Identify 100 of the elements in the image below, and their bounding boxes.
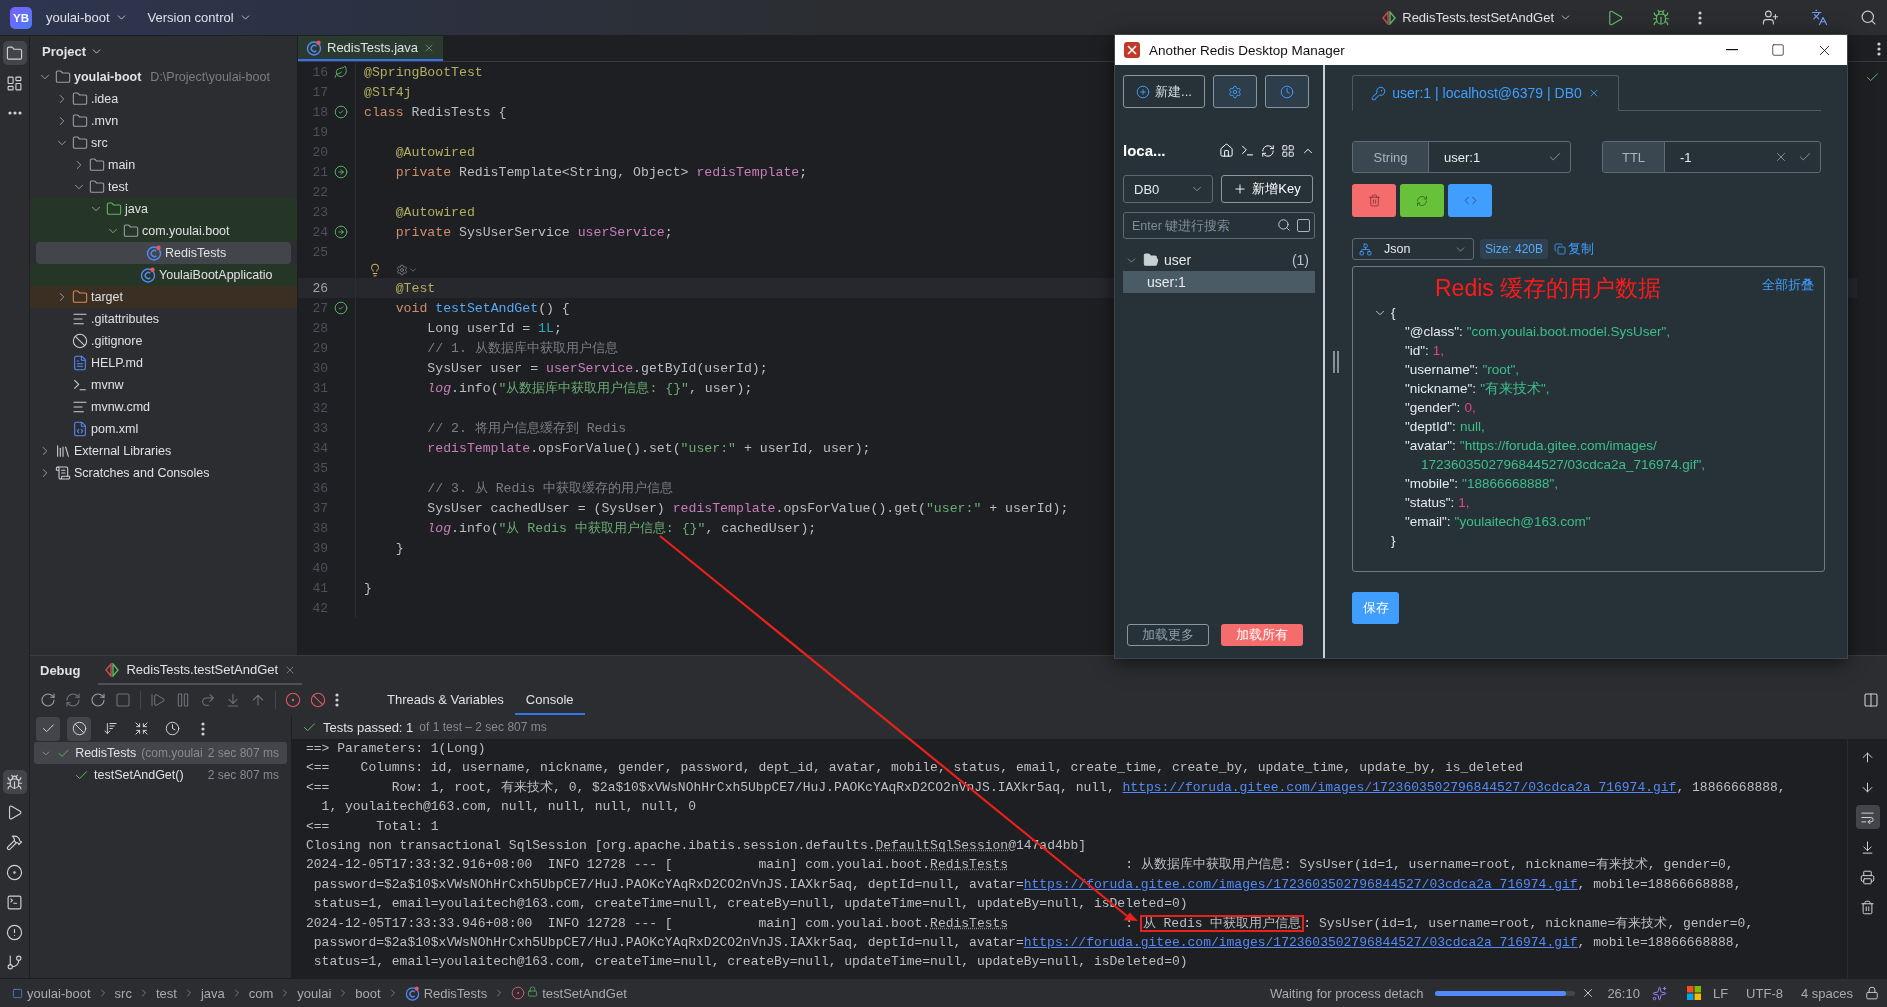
rerun-icon[interactable] [40,692,56,708]
terminal-icon[interactable] [1240,143,1255,158]
breadcrumb[interactable]: test [155,985,177,1001]
tree-item[interactable]: mvnw.cmd [30,396,297,418]
more-icon[interactable] [1698,10,1702,25]
copy-link[interactable]: 复制 [1554,240,1595,258]
user-plus-icon[interactable] [1762,9,1779,26]
resize-handle-icon[interactable] [1332,350,1339,373]
project-switcher[interactable]: youlai-boot [40,6,134,29]
indent-setting[interactable]: 4 spaces [1794,985,1859,1001]
breadcrumb[interactable]: boot [355,985,381,1001]
tree-item[interactable]: mvnw [30,374,297,396]
breadcrumb[interactable]: RedisTests [404,985,488,1001]
tree-item[interactable]: java [30,198,297,220]
play-icon[interactable] [1606,8,1624,27]
resume-icon[interactable] [150,692,166,708]
editor-tab[interactable]: RedisTests.java [298,36,444,61]
breadcrumb[interactable]: java [200,985,225,1001]
tool-window-button[interactable] [2,770,27,794]
tree-item[interactable]: External Libraries [30,440,297,462]
lock-icon[interactable] [1865,986,1879,1000]
step-out-icon[interactable] [250,692,266,708]
test-item[interactable]: testSetAndGet() 2 sec 807 ms [34,764,287,786]
console-link[interactable]: https://foruda.gitee.com/images/1723603502796844527/03cdca2a_716974.gif [1023,934,1578,950]
breadcrumb[interactable]: com [248,985,274,1001]
arrow-circle-icon [334,225,348,239]
code-line: @Autowired [394,144,475,160]
collapse-all-link[interactable]: 全部折叠 [1762,273,1814,294]
translate-icon[interactable] [1811,9,1828,26]
tree-item[interactable]: main [30,154,297,176]
run-configuration[interactable]: RedisTests.testSetAndGet [1375,6,1578,29]
folder-icon [89,179,105,195]
refresh-icon[interactable] [1261,143,1275,158]
tree-item[interactable]: RedisTests [36,242,291,264]
view-tab[interactable]: Console [514,685,585,715]
caret-position[interactable]: 26:10 [1601,985,1646,1001]
key-folder[interactable]: user (1) [1123,249,1315,271]
pause-icon[interactable] [175,692,191,708]
rerun-icon[interactable] [90,692,106,708]
mute-breakpoints-icon[interactable] [310,692,326,708]
breadcrumb[interactable]: youlai [297,985,332,1001]
format-select[interactable]: Json [1352,238,1474,260]
more-icon[interactable] [335,693,339,707]
tool-window-button[interactable] [2,41,27,65]
more-icon[interactable] [1877,41,1881,56]
key-tab[interactable]: user:1 | localhost@6379 | DB0 [1352,75,1619,111]
key-item[interactable]: user:1 [1123,271,1315,293]
ttl-field[interactable]: TTL -1 [1602,141,1821,173]
step-over-icon[interactable] [200,692,216,708]
tree-item[interactable]: test [30,176,297,198]
tree-item[interactable]: YoulaiBootApplicatio [30,264,297,286]
tree-item[interactable]: .gitignore [30,330,297,352]
tree-item[interactable]: Scratches and Consoles [30,462,297,484]
settings-button[interactable] [1213,75,1257,108]
db-select[interactable]: DB0 [1123,175,1213,203]
breakpoints-icon[interactable] [285,692,301,708]
maximize-icon [1771,43,1785,57]
key-search-field[interactable]: Enter 键进行搜索 [1123,212,1315,239]
tree-item[interactable]: youlai-boot D:\Project\youlai-boot [30,66,297,88]
bug-icon[interactable] [1652,8,1670,27]
breadcrumb[interactable]: testSetAndGet [511,985,627,1001]
search-icon[interactable] [1860,9,1877,26]
tree-item[interactable]: .mvn [30,110,297,132]
line-separator[interactable]: LF [1706,985,1735,1001]
view-tab[interactable]: Threads & Variables [376,685,515,715]
process-status: Waiting for process detach [1268,985,1425,1001]
layout-icon[interactable] [1863,692,1879,708]
vcs-menu[interactable]: Version control [141,6,258,29]
code-line: log.info("从 Redis 中获取用户信息: {}", cachedUser); [426,520,817,537]
breadcrumb[interactable]: youlai-boot [12,985,91,1001]
grid-icon[interactable] [1281,143,1295,158]
tree-item[interactable]: com.youlai.boot [30,220,297,242]
history-button[interactable] [1265,75,1309,108]
code-line: SysUser cachedUser = (SysUser) redisTemplate.opsForValue().get("user:" + userId); [426,500,1069,516]
tree-item[interactable]: .gitattributes [30,308,297,330]
console-link[interactable]: https://foruda.gitee.com/images/1723603502796844527/03cdca2a_716974.gif [1122,779,1677,795]
tree-item[interactable]: pom.xml [30,418,297,440]
session-tab[interactable]: RedisTests.testSetAndGet [98,656,303,685]
new-connection-button[interactable]: 新建... [1123,75,1205,108]
console-line: 2024-12-05T17:33:32.916+08:00 INFO 12728 --- [ main] com.youlai.boot.RedisTests : 从数据库中获取用户信息: SysUser(id=1, username=root, nickname=有来技术, gender=0, [306,856,1735,875]
console-toolbar-button[interactable] [1855,805,1880,829]
test-item[interactable]: RedisTests (com.youlai 2 sec 807 ms [34,742,287,764]
tree-item[interactable]: target [30,286,297,308]
tree-item[interactable]: HELP.md [30,352,297,374]
home-icon[interactable] [1219,143,1234,158]
test-toolbar-button[interactable] [67,716,91,741]
code-line: } [394,540,404,556]
connection-name[interactable]: loca... [1123,142,1213,159]
key-count: (1) [1291,252,1309,268]
minimize-icon [1726,49,1738,51]
load-more-button[interactable]: 加载更多 [1127,624,1209,646]
file-encoding[interactable]: UTF-8 [1740,985,1789,1001]
tree-item[interactable]: src [30,132,297,154]
tree-item[interactable]: .idea [30,88,297,110]
rerun-failed-icon[interactable] [65,692,81,708]
checkbox[interactable] [1297,218,1310,232]
sparkle-icon[interactable] [1651,985,1667,1001]
add-key-button[interactable]: 新增Key [1221,175,1313,203]
breadcrumb[interactable]: src [114,985,132,1001]
key-name-field[interactable]: String user:1 [1352,141,1571,173]
